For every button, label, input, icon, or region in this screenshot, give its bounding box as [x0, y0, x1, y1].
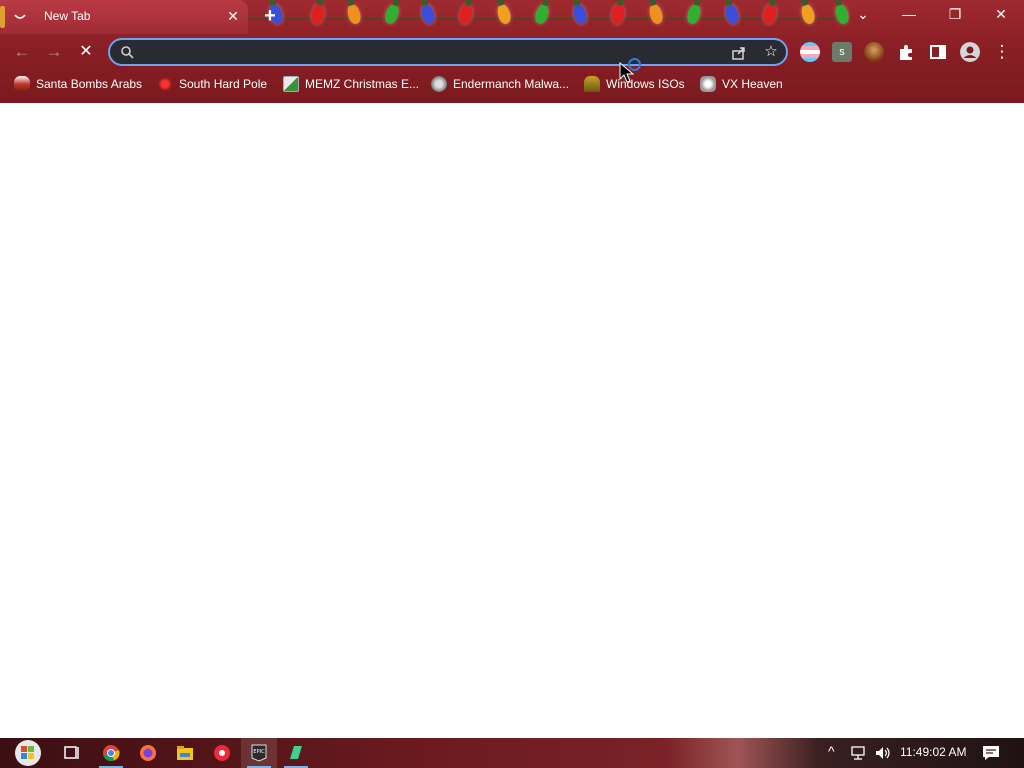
back-button[interactable]: ← [12, 42, 32, 62]
menu-button[interactable]: ⋮ [992, 42, 1012, 62]
mouse-cursor-icon [619, 62, 635, 83]
memz-icon [283, 76, 299, 92]
bookmark-item[interactable]: Santa Bombs Arabs [14, 74, 142, 94]
bookmark-item[interactable]: VX Heaven [700, 74, 783, 94]
taskbar-firefox[interactable] [130, 738, 166, 768]
taskbar-file-explorer[interactable] [167, 738, 203, 768]
light-bulb-icon [647, 2, 665, 26]
trans-flag-extension-icon[interactable] [800, 42, 820, 62]
santa-figure-icon [14, 76, 30, 92]
taskbar-green-app[interactable] [278, 738, 314, 768]
light-bulb-icon [723, 2, 741, 26]
light-bulb-icon [799, 2, 817, 26]
address-bar[interactable]: ☆ [108, 38, 788, 66]
tab-new-tab[interactable]: New Tab ✕ [0, 0, 248, 34]
tab-accent [0, 6, 5, 28]
tab-search-button[interactable]: ⌄ [840, 0, 886, 30]
light-bulb-icon [571, 2, 589, 26]
firefox-icon [140, 745, 156, 761]
red-star-icon [157, 76, 173, 92]
vx-heaven-icon [700, 76, 716, 92]
light-bulb-icon [419, 2, 437, 26]
light-bulb-icon [382, 2, 402, 26]
light-bulb-icon [458, 2, 474, 26]
toolbar: ← → ✕ ☆ s ⋮ [0, 34, 1024, 70]
bookmark-label: South Hard Pole [179, 77, 268, 91]
light-bulb-icon [345, 2, 363, 26]
taskbar-epic-games[interactable]: EPIC [241, 738, 277, 768]
taskbar: EPIC ^ 11:49:02 AM [0, 738, 1024, 768]
bookmarks-bar: Santa Bombs Arabs South Hard Pole MEMZ C… [0, 70, 1024, 98]
epic-games-icon: EPIC [251, 744, 267, 762]
file-explorer-icon [177, 746, 193, 760]
task-view-button[interactable] [54, 738, 90, 768]
christmas-lights-theme [240, 0, 850, 34]
tab-close-icon[interactable]: ✕ [224, 7, 242, 25]
restore-button[interactable]: ❐ [932, 0, 978, 30]
light-bulb-icon [685, 2, 703, 26]
bookmark-label: Endermanch Malwa... [453, 77, 570, 91]
chrome-icon [103, 745, 120, 762]
tab-strip: New Tab ✕ + ⌄ — ❐ ✕ [0, 0, 1024, 34]
action-center-icon[interactable] [982, 745, 1000, 761]
browser-chrome: New Tab ✕ + ⌄ — ❐ ✕ ← → ✕ ☆ s ⋮ Santa Bo… [0, 0, 1024, 103]
stop-loading-button[interactable]: ✕ [76, 42, 96, 62]
red-app-icon [214, 745, 230, 761]
bookmark-label: MEMZ Christmas E... [305, 77, 420, 91]
clock[interactable]: 11:49:02 AM [900, 745, 967, 759]
profile-icon[interactable] [960, 42, 980, 62]
windows-figure-icon [584, 76, 600, 92]
windows-start-orb-icon [15, 740, 41, 766]
light-bulb-icon [610, 3, 626, 25]
close-window-button[interactable]: ✕ [978, 0, 1024, 30]
light-bulb-icon [533, 2, 551, 26]
light-bulb-icon [495, 2, 513, 26]
light-bulb-icon [762, 2, 778, 26]
show-hidden-icons-button[interactable]: ^ [828, 743, 835, 759]
bookmark-label: VX Heaven [722, 77, 783, 91]
taskbar-red-app[interactable] [204, 738, 240, 768]
new-tab-favicon-icon [14, 14, 26, 19]
bookmark-item[interactable]: MEMZ Christmas E... [283, 74, 419, 94]
bookmark-item[interactable]: South Hard Pole [157, 74, 267, 94]
network-icon[interactable] [850, 746, 868, 760]
puzzle-icon[interactable] [896, 42, 916, 62]
volume-icon[interactable] [874, 746, 892, 760]
forward-button[interactable]: → [44, 42, 64, 62]
bookmark-label: Santa Bombs Arabs [36, 77, 143, 91]
svg-text:EPIC: EPIC [253, 749, 265, 755]
task-view-icon [64, 746, 79, 759]
raccoon-icon [431, 76, 447, 92]
minimize-button[interactable]: — [886, 0, 932, 30]
page-content [0, 103, 1024, 738]
search-icon [121, 46, 134, 59]
avatar-extension-icon[interactable] [864, 42, 884, 62]
bookmark-item[interactable]: Endermanch Malwa... [431, 74, 569, 94]
green-app-icon [290, 746, 302, 759]
light-bulb-icon [310, 3, 326, 25]
taskbar-chrome[interactable] [93, 738, 129, 768]
bookmark-label: Windows ISOs [606, 77, 685, 91]
tab-title: New Tab [44, 9, 91, 23]
new-tab-button[interactable]: + [260, 6, 280, 26]
bookmark-star-icon[interactable]: ☆ [762, 43, 780, 61]
side-panel-icon[interactable] [928, 42, 948, 62]
start-button[interactable] [8, 738, 48, 768]
s-extension-icon[interactable]: s [832, 42, 852, 62]
share-icon[interactable] [730, 44, 748, 62]
